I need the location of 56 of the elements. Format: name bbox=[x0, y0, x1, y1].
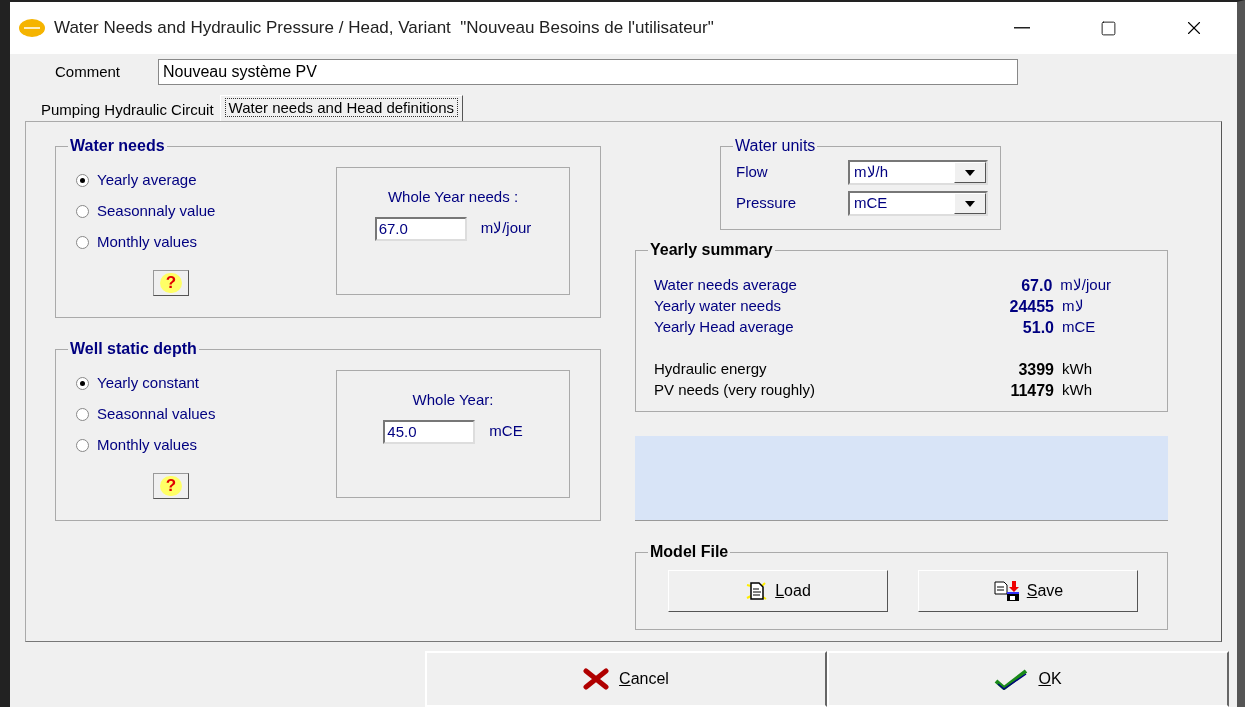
summary-unit: kWh bbox=[1062, 380, 1092, 401]
minimize-icon bbox=[1014, 27, 1030, 29]
summary-value: 67.0 bbox=[1020, 275, 1053, 296]
radio-button[interactable] bbox=[76, 174, 89, 187]
summary-unit: mﻻ/jour bbox=[1060, 275, 1111, 296]
radio-button[interactable] bbox=[76, 408, 89, 421]
radio-button[interactable] bbox=[76, 236, 89, 249]
unit-label: mﻻ/jour bbox=[480, 218, 532, 239]
radio-label[interactable]: Seasonnal values bbox=[97, 403, 216, 426]
maximize-icon bbox=[1099, 19, 1117, 37]
save-document-icon bbox=[992, 580, 1021, 602]
summary-value: 3399 bbox=[1017, 359, 1054, 380]
value-label: Whole Year needs : bbox=[387, 187, 519, 207]
value-label: Whole Year: bbox=[412, 390, 494, 410]
unit-field-label: Flow bbox=[736, 162, 769, 183]
radio-label[interactable]: Monthly values bbox=[97, 434, 198, 457]
radio-button[interactable] bbox=[76, 439, 89, 452]
radio-label[interactable]: Yearly constant bbox=[97, 372, 199, 395]
summary-unit: mCE bbox=[1062, 317, 1096, 338]
window-title: Water Needs and Hydraulic Pressure / Head, Variant "Nouveau Besoins de l'utilisateur" bbox=[54, 17, 714, 40]
cancel-button[interactable]: Cancel bbox=[425, 651, 827, 707]
summary-value: 51.0 bbox=[1021, 317, 1054, 338]
unit-label: mCE bbox=[489, 421, 523, 442]
value-field[interactable]: 67.0 bbox=[374, 216, 467, 241]
group-title: Well static depth bbox=[68, 339, 199, 359]
summary-label: Yearly Head average bbox=[654, 317, 795, 338]
unit-dropdown[interactable]: mﻻ/h bbox=[848, 160, 988, 185]
group-title: Yearly summary bbox=[648, 240, 775, 260]
radio-label[interactable]: Seasonnaly value bbox=[97, 200, 216, 223]
unit-dropdown[interactable]: mCE bbox=[848, 191, 988, 216]
summary-unit: kWh bbox=[1062, 359, 1092, 380]
value-field[interactable]: 45.0 bbox=[383, 419, 476, 444]
summary-unit: mﻻ bbox=[1062, 296, 1084, 317]
summary-label: PV needs (very roughly) bbox=[654, 380, 816, 401]
check-icon bbox=[994, 668, 1029, 690]
summary-value: 11479 bbox=[1009, 380, 1054, 401]
summary-label: Hydraulic energy bbox=[654, 359, 768, 380]
radio-button[interactable] bbox=[76, 205, 89, 218]
summary-label: Water needs average bbox=[654, 275, 798, 296]
help-button[interactable]: ? bbox=[153, 473, 189, 499]
radio-label[interactable]: Yearly average bbox=[97, 169, 197, 192]
summary-value: 24455 bbox=[1008, 296, 1054, 317]
comment-field[interactable]: Nouveau système PV bbox=[158, 59, 1019, 85]
unit-field-label: Pressure bbox=[736, 193, 798, 214]
load-button[interactable]: Load bbox=[668, 570, 888, 612]
radio-label[interactable]: Monthly values bbox=[97, 231, 198, 254]
tab[interactable]: Water needs and Head definitions bbox=[219, 95, 463, 121]
ok-button[interactable]: OK bbox=[827, 651, 1229, 707]
radio-button[interactable] bbox=[76, 377, 89, 390]
cross-icon bbox=[583, 668, 610, 690]
comment-label: Comment bbox=[55, 61, 121, 82]
save-button[interactable]: Save bbox=[918, 570, 1138, 612]
tab[interactable]: Pumping Hydraulic Circuit bbox=[35, 99, 220, 121]
summary-label: Yearly water needs bbox=[654, 296, 783, 317]
help-button[interactable]: ? bbox=[153, 270, 189, 296]
app-logo-icon bbox=[18, 18, 46, 38]
